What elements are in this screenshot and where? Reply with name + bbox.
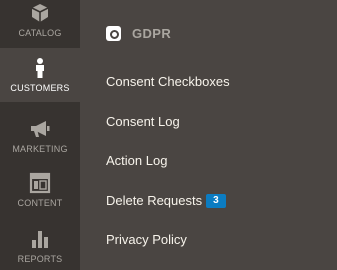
catalog-icon [31, 4, 49, 22]
sidebar-item-marketing[interactable]: MARKETING [0, 112, 80, 160]
link-label: Consent Checkboxes [106, 74, 230, 89]
sidebar-item-content[interactable]: CONTENT [0, 166, 80, 214]
sidebar-item-label: MARKETING [12, 144, 68, 154]
consent-log-link[interactable]: Consent Log [106, 114, 180, 129]
link-label: Consent Log [106, 114, 180, 129]
action-log-link[interactable]: Action Log [106, 153, 167, 168]
marketing-icon [31, 121, 50, 137]
sidebar-item-reports[interactable]: REPORTS [0, 222, 80, 270]
link-label: Delete Requests [106, 193, 203, 208]
sidebar-item-label: CATALOG [18, 28, 62, 38]
sidebar-item-catalog[interactable]: CATALOG [0, 0, 80, 46]
sidebar-item-label: CONTENT [17, 198, 63, 208]
gdpr-submenu-panel: GDPR Consent Checkboxes Consent Log Acti… [80, 0, 337, 270]
admin-sidebar: CATALOG CUSTOMERS MARKETING CONTENT REPO… [0, 0, 80, 270]
sidebar-item-label: REPORTS [17, 254, 63, 264]
delete-requests-link[interactable]: Delete Requests 3 [106, 193, 226, 208]
admin-app: CATALOG CUSTOMERS MARKETING CONTENT REPO… [0, 0, 337, 270]
reports-icon [32, 231, 48, 248]
delete-requests-count-badge: 3 [206, 193, 226, 208]
privacy-policy-link[interactable]: Privacy Policy [106, 232, 187, 247]
sidebar-item-customers[interactable]: CUSTOMERS [0, 48, 80, 102]
consent-checkboxes-link[interactable]: Consent Checkboxes [106, 74, 230, 89]
customers-icon [36, 58, 44, 78]
sidebar-item-label: CUSTOMERS [10, 83, 70, 93]
content-icon [29, 172, 51, 194]
submenu-header: GDPR [106, 26, 171, 41]
link-label: Action Log [106, 153, 168, 168]
brand-logo-icon [106, 26, 121, 41]
link-label: Privacy Policy [106, 232, 187, 247]
submenu-title: GDPR [132, 26, 172, 41]
